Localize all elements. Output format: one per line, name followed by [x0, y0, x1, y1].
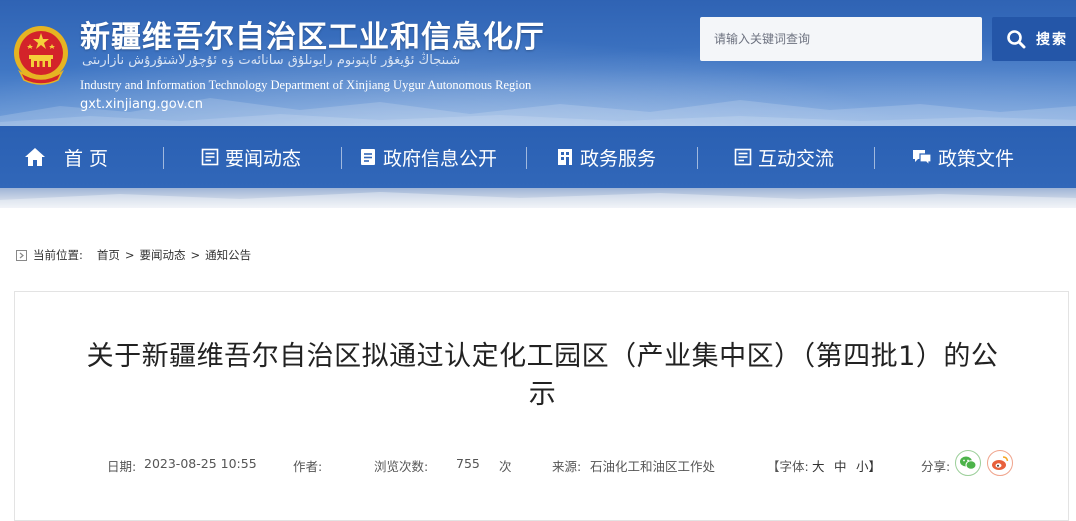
breadcrumb-label: 当前位置: — [33, 248, 83, 262]
nav-item-services-label: 政务服务 — [580, 147, 657, 170]
breadcrumb-separator: > — [124, 248, 135, 262]
nav-item-gov-info[interactable]: 政府信息公开 — [359, 126, 497, 188]
nav-item-policy[interactable]: 政策文件 — [912, 126, 1014, 188]
nav-divider — [697, 147, 698, 169]
site-title-uyghur: شىنجاڭ ئۇيغۇر ئاپتونوم رايونلۇق سانائەت … — [82, 53, 461, 68]
breadcrumb-home-link[interactable]: 首页 — [97, 247, 120, 263]
home-icon — [25, 148, 45, 166]
search-button[interactable]: 搜索 — [992, 17, 1076, 61]
breadcrumb-notices-link[interactable]: 通知公告 — [205, 247, 251, 263]
nav-divider — [526, 147, 527, 169]
nav-item-home-label: 首 页 — [64, 147, 109, 170]
document-icon — [361, 149, 375, 165]
nav-item-services[interactable]: 政务服务 — [556, 126, 656, 188]
chat-icon — [913, 150, 932, 166]
views-count: 755 — [456, 456, 480, 471]
breadcrumb-news-link[interactable]: 要闻动态 — [140, 247, 186, 263]
article-title-line-2: 示 — [528, 379, 557, 410]
nav-item-gov-info-label: 政府信息公开 — [383, 147, 498, 170]
nav-item-news[interactable]: 要闻动态 — [201, 126, 301, 188]
breadcrumb-separator: > — [190, 248, 201, 262]
nav-item-interaction[interactable]: 互动交流 — [734, 126, 834, 188]
font-size-large-button[interactable]: 大 — [812, 456, 825, 475]
national-emblem-icon — [14, 26, 68, 85]
author-label: 作者: — [293, 459, 323, 474]
font-size-label: 【字体: — [767, 459, 809, 474]
search-input[interactable] — [700, 17, 982, 61]
font-size-small-button[interactable]: 小】 — [856, 456, 881, 475]
article-card: 关于新疆维吾尔自治区拟通过认定化工园区（产业集中区）（第四批1）的公 示 日期:… — [14, 291, 1069, 521]
article-title: 关于新疆维吾尔自治区拟通过认定化工园区（产业集中区）（第四批1）的公 示 — [35, 338, 1050, 414]
news-icon — [201, 148, 219, 166]
search-button-label: 搜索 — [1036, 32, 1068, 48]
breadcrumb: 当前位置: 首页 > 要闻动态 > 通知公告 — [16, 246, 251, 264]
search-icon — [1007, 30, 1026, 49]
date-label: 日期: — [107, 459, 137, 474]
share-label: 分享: — [921, 459, 951, 474]
font-size-medium-button[interactable]: 中 — [834, 456, 847, 475]
views-unit: 次 — [499, 459, 512, 474]
wechat-share-button[interactable] — [955, 450, 981, 476]
location-icon — [16, 249, 27, 261]
nav-divider — [163, 147, 164, 169]
nav-item-interaction-label: 互动交流 — [758, 147, 835, 170]
nav-item-news-label: 要闻动态 — [225, 147, 302, 170]
main-nav: 首 页 要闻动态 政府信息公开 政务服务 互动交流 政策文件 — [0, 126, 1076, 188]
weibo-share-button[interactable] — [987, 450, 1013, 476]
wechat-icon — [960, 456, 977, 470]
nav-divider — [874, 147, 875, 169]
article-title-line-1: 关于新疆维吾尔自治区拟通过认定化工园区（产业集中区）（第四批1）的公 — [86, 341, 999, 372]
publish-date: 2023-08-25 10:55 — [144, 456, 257, 471]
nav-divider — [341, 147, 342, 169]
nav-decorative-strip — [0, 188, 1076, 208]
site-title-english: Industry and Information Technology Depa… — [80, 78, 532, 92]
nav-item-policy-label: 政策文件 — [938, 147, 1015, 170]
nav-item-home[interactable]: 首 页 — [24, 126, 108, 188]
interaction-icon — [734, 148, 752, 166]
source-label: 来源: — [552, 459, 582, 474]
service-icon — [558, 149, 572, 165]
site-header: 新疆维吾尔自治区工业和信息化厅 شىنجاڭ ئۇيغۇر ئاپتونوم ر… — [0, 0, 1076, 126]
site-url: gxt.xinjiang.gov.cn — [80, 97, 203, 112]
site-title-chinese: 新疆维吾尔自治区工业和信息化厅 — [80, 20, 545, 55]
source-value: 石油化工和油区工作处 — [590, 459, 716, 474]
weibo-icon — [992, 456, 1009, 470]
views-label: 浏览次数: — [374, 459, 429, 474]
